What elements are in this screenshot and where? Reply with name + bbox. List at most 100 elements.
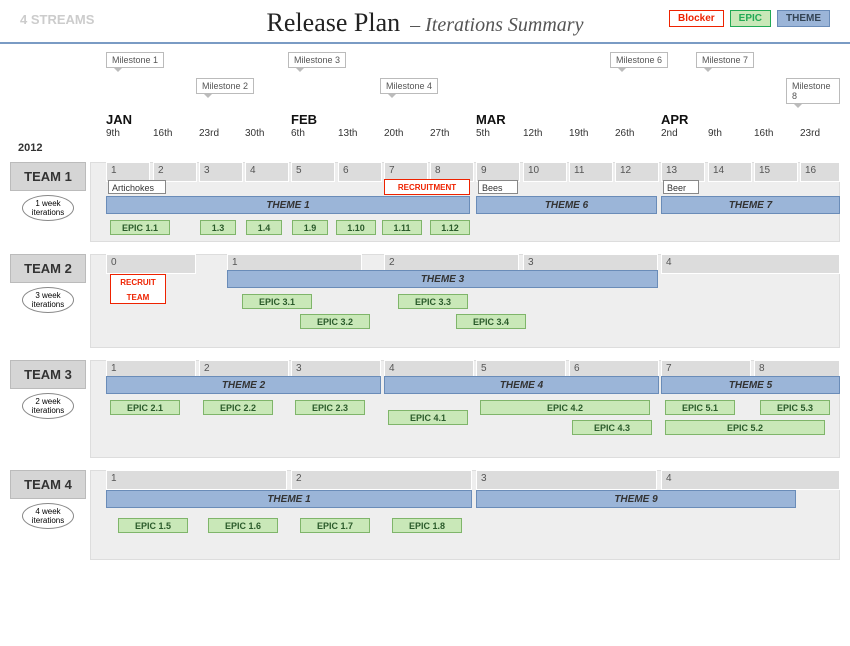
- iteration-cell: 2: [291, 470, 472, 490]
- milestone-1: Milestone 1: [106, 52, 164, 68]
- legend: Blocker EPIC THEME: [669, 10, 830, 27]
- epic-bar: EPIC 5.3: [760, 400, 830, 415]
- date-label: 30th: [245, 128, 264, 139]
- epic-bar: EPIC 3.4: [456, 314, 526, 329]
- month-label: FEB: [291, 112, 317, 127]
- date-label: 16th: [754, 128, 773, 139]
- epic-bar: 1.9: [292, 220, 328, 235]
- milestone-5: Milestone 6: [610, 52, 668, 68]
- epic-bar: 1.11: [382, 220, 422, 235]
- theme-bar: THEME 2: [106, 376, 381, 394]
- month-label: APR: [661, 112, 688, 127]
- milestone-6: Milestone 7: [696, 52, 754, 68]
- date-label: 23rd: [800, 128, 820, 139]
- team-name: TEAM 2: [10, 254, 86, 283]
- epic-bar: EPIC 3.2: [300, 314, 370, 329]
- header: 4 STREAMS Release Plan – Iterations Summ…: [0, 0, 850, 44]
- team-row-2: TEAM 23 week iterations01234THEME 3EPIC …: [10, 254, 840, 354]
- epic-bar: EPIC 4.2: [480, 400, 650, 415]
- epic-bar: EPIC 1.6: [208, 518, 278, 533]
- team-iteration-note: 2 week iterations: [22, 393, 74, 419]
- epic-bar: EPIC 5.2: [665, 420, 825, 435]
- month-label: JAN: [106, 112, 132, 127]
- epic-bar: EPIC 3.3: [398, 294, 468, 309]
- iteration-cell: 12: [615, 162, 659, 182]
- epic-bar: 1.10: [336, 220, 376, 235]
- date-label: 19th: [569, 128, 588, 139]
- legend-theme: THEME: [777, 10, 830, 27]
- team-iteration-note: 4 week iterations: [22, 503, 74, 529]
- theme-bar: THEME 6: [476, 196, 657, 214]
- team-label: TEAM 2 3 week iterations: [10, 254, 86, 313]
- iteration-cell: 16: [800, 162, 840, 182]
- epic-bar: EPIC 4.3: [572, 420, 652, 435]
- team-row-4: TEAM 44 week iterations1234THEME 1THEME …: [10, 470, 840, 566]
- theme-bar: THEME 7: [661, 196, 840, 214]
- date-label: 23rd: [199, 128, 219, 139]
- milestone-7: Milestone 8: [786, 78, 840, 104]
- epic-bar: EPIC 1.1: [110, 220, 170, 235]
- blocker-bar: RECRUIT TEAM: [110, 274, 166, 304]
- date-label: 12th: [523, 128, 542, 139]
- team-label: TEAM 3 2 week iterations: [10, 360, 86, 419]
- release-chart: 2012 Milestone 1Milestone 2Milestone 3Mi…: [10, 44, 840, 634]
- legend-blocker: Blocker: [669, 10, 724, 27]
- team-row-1: TEAM 11 week iterations12345678910111213…: [10, 162, 840, 248]
- epic-bar: EPIC 1.7: [300, 518, 370, 533]
- legend-epic: EPIC: [730, 10, 771, 27]
- iteration-cell: 3: [476, 470, 657, 490]
- iteration-cell: 11: [569, 162, 613, 182]
- iteration-cell: 2: [153, 162, 197, 182]
- epic-bar: EPIC 2.3: [295, 400, 365, 415]
- date-label: 20th: [384, 128, 403, 139]
- epic-bar: EPIC 4.1: [388, 410, 468, 425]
- iteration-cell: 14: [708, 162, 752, 182]
- date-label: 9th: [708, 128, 722, 139]
- iteration-cell: 10: [523, 162, 567, 182]
- milestone-2: Milestone 2: [196, 78, 254, 94]
- iteration-cell: 4: [245, 162, 289, 182]
- date-label: 13th: [338, 128, 357, 139]
- theme-bar: THEME 5: [661, 376, 840, 394]
- title-sub: – Iterations Summary: [410, 14, 583, 36]
- milestone-4: Milestone 4: [380, 78, 438, 94]
- blocker-bar: RECRUITMENT: [384, 179, 470, 195]
- note-label: Artichokes: [108, 180, 166, 194]
- epic-bar: 1.3: [200, 220, 236, 235]
- date-label: 16th: [153, 128, 172, 139]
- date-label: 27th: [430, 128, 449, 139]
- iteration-cell: 1: [106, 470, 287, 490]
- theme-bar: THEME 1: [106, 196, 470, 214]
- team-label: TEAM 1 1 week iterations: [10, 162, 86, 221]
- team-label: TEAM 4 4 week iterations: [10, 470, 86, 529]
- iteration-cell: 0: [106, 254, 196, 274]
- team-row-3: TEAM 32 week iterations12345678THEME 2TH…: [10, 360, 840, 464]
- date-label: 26th: [615, 128, 634, 139]
- theme-bar: THEME 9: [476, 490, 796, 508]
- epic-bar: EPIC 1.8: [392, 518, 462, 533]
- epic-bar: EPIC 3.1: [242, 294, 312, 309]
- date-label: 6th: [291, 128, 305, 139]
- epic-bar: EPIC 1.5: [118, 518, 188, 533]
- streams-count: 4 STREAMS: [20, 12, 94, 27]
- iteration-cell: 9: [476, 162, 520, 182]
- theme-bar: THEME 3: [227, 270, 658, 288]
- team-name: TEAM 1: [10, 162, 86, 191]
- epic-bar: EPIC 2.2: [203, 400, 273, 415]
- theme-bar: THEME 4: [384, 376, 659, 394]
- iteration-cell: 15: [754, 162, 798, 182]
- team-name: TEAM 4: [10, 470, 86, 499]
- iteration-cell: 4: [661, 254, 840, 274]
- team-iteration-note: 1 week iterations: [22, 195, 74, 221]
- iteration-cell: 1: [106, 162, 150, 182]
- note-label: Beer: [663, 180, 699, 194]
- theme-bar: THEME 1: [106, 490, 472, 508]
- year-label: 2012: [18, 142, 42, 154]
- team-name: TEAM 3: [10, 360, 86, 389]
- date-label: 5th: [476, 128, 490, 139]
- epic-bar: EPIC 2.1: [110, 400, 180, 415]
- epic-bar: 1.12: [430, 220, 470, 235]
- team-iteration-note: 3 week iterations: [22, 287, 74, 313]
- note-label: Bees: [478, 180, 518, 194]
- iteration-cell: 6: [338, 162, 382, 182]
